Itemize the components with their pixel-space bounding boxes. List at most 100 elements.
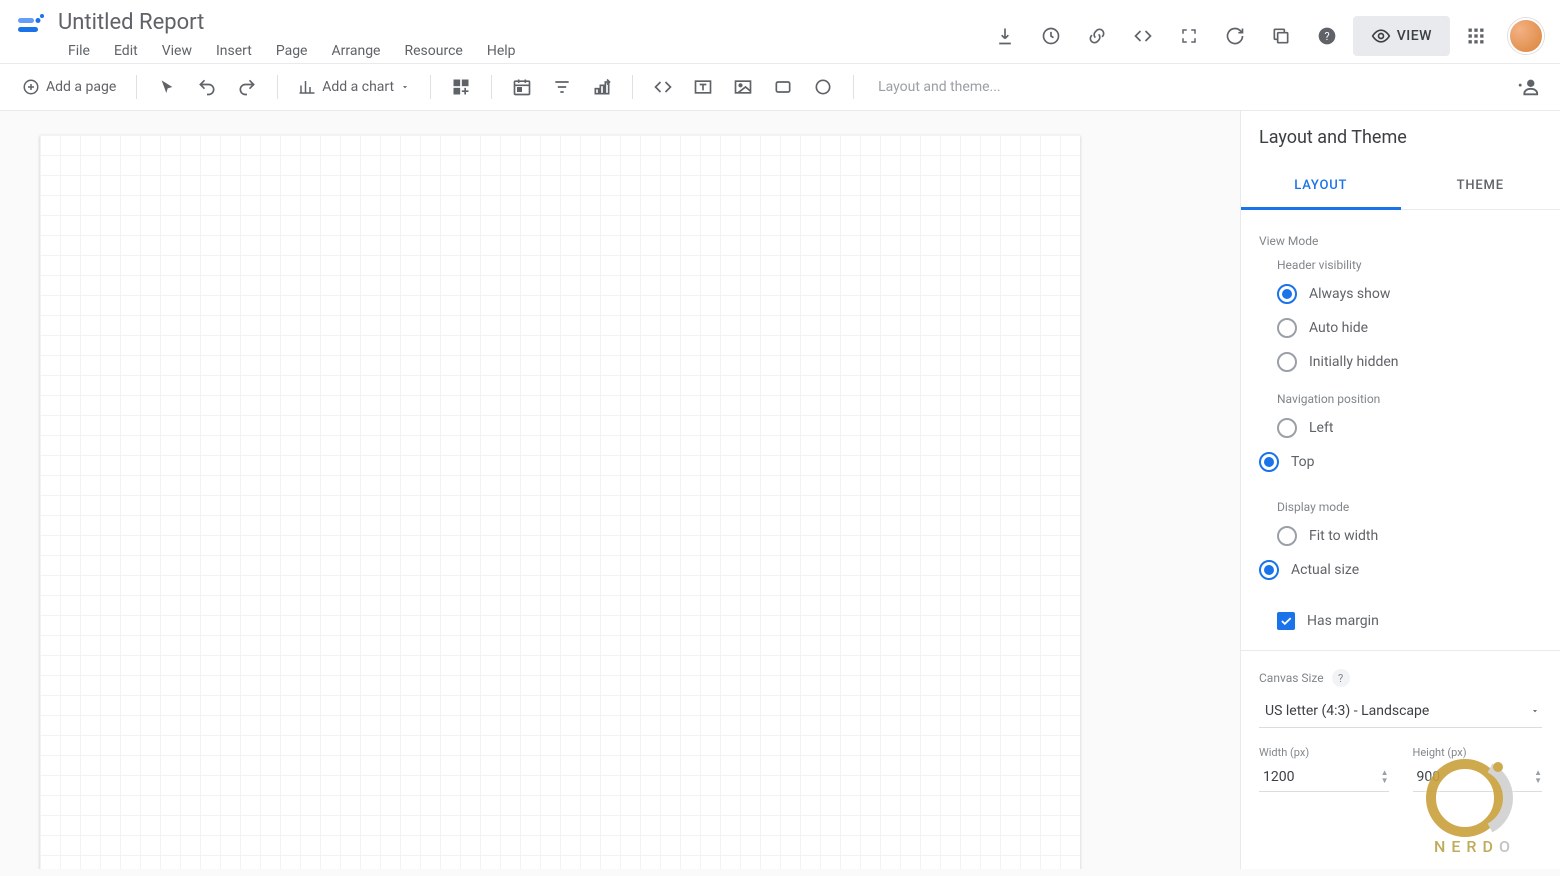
canvas-preset-value: US letter (4:3) - Landscape (1265, 703, 1429, 719)
add-chart-button[interactable]: Add a chart (290, 69, 418, 105)
plus-circle-icon (22, 78, 40, 96)
download-icon[interactable] (985, 16, 1025, 56)
tab-theme[interactable]: THEME (1401, 164, 1560, 209)
link-icon[interactable] (1077, 16, 1117, 56)
radio-label: Actual size (1291, 562, 1359, 578)
radio-label: Initially hidden (1309, 354, 1399, 370)
image-icon[interactable] (725, 69, 761, 105)
height-label: Height (px) (1413, 746, 1543, 759)
width-value: 1200 (1263, 769, 1294, 785)
radio-initially-hidden[interactable]: Initially hidden (1277, 352, 1542, 372)
circle-shape-icon[interactable] (805, 69, 841, 105)
report-canvas[interactable] (40, 135, 1080, 869)
width-input[interactable]: 1200 ▲▼ (1259, 763, 1389, 792)
panel-tabs: LAYOUT THEME (1241, 164, 1560, 210)
radio-icon (1277, 418, 1297, 438)
toolbar: Add a page Add a chart Layout and theme.… (0, 63, 1560, 111)
radio-label: Left (1309, 420, 1333, 436)
radio-icon (1259, 452, 1279, 472)
radio-nav-left[interactable]: Left (1277, 418, 1413, 438)
radio-label: Auto hide (1309, 320, 1368, 336)
embed-icon[interactable] (1123, 16, 1163, 56)
separator (277, 75, 278, 99)
fullscreen-icon[interactable] (1169, 16, 1209, 56)
tab-layout[interactable]: LAYOUT (1241, 164, 1401, 210)
radio-label: Top (1291, 454, 1315, 470)
radio-icon (1277, 352, 1297, 372)
separator (491, 75, 492, 99)
radio-icon (1277, 284, 1297, 304)
radio-auto-hide[interactable]: Auto hide (1277, 318, 1542, 338)
radio-icon (1277, 318, 1297, 338)
divider (1241, 650, 1560, 651)
community-visualizations-icon[interactable] (443, 69, 479, 105)
stepper-icon[interactable]: ▲▼ (1534, 769, 1542, 785)
menu-resource[interactable]: Resource (394, 39, 472, 63)
text-box-icon[interactable] (685, 69, 721, 105)
bar-chart-icon (298, 78, 316, 96)
menu-help[interactable]: Help (477, 39, 526, 63)
add-page-button[interactable]: Add a page (14, 69, 124, 105)
checkbox-icon (1277, 612, 1295, 630)
view-button-label: VIEW (1397, 28, 1432, 44)
svg-text:?: ? (1324, 30, 1329, 43)
label-navigation-position: Navigation position (1277, 392, 1542, 406)
view-button[interactable]: VIEW (1353, 16, 1450, 56)
url-embed-icon[interactable] (645, 69, 681, 105)
section-view-mode: View Mode (1259, 234, 1542, 248)
label-header-visibility: Header visibility (1277, 258, 1542, 272)
add-chart-label: Add a chart (322, 79, 394, 95)
side-panel: Layout and Theme LAYOUT THEME View Mode … (1240, 111, 1560, 869)
separator (632, 75, 633, 99)
help-badge-icon[interactable]: ? (1332, 669, 1350, 687)
selection-tool-icon[interactable] (149, 69, 185, 105)
menu-bar: File Edit View Insert Page Arrange Resou… (58, 39, 985, 63)
avatar[interactable] (1508, 18, 1544, 54)
refresh-schedule-icon[interactable] (1031, 16, 1071, 56)
radio-label: Fit to width (1309, 528, 1378, 544)
caret-down-icon (1530, 706, 1540, 716)
canvas-preset-select[interactable]: US letter (4:3) - Landscape (1259, 691, 1542, 728)
height-value: 900 (1417, 769, 1441, 785)
redo-icon[interactable] (229, 69, 265, 105)
help-icon[interactable]: ? (1307, 16, 1347, 56)
layout-theme-placeholder: Layout and theme... (878, 79, 1001, 95)
caret-down-icon (400, 82, 410, 92)
separator (430, 75, 431, 99)
refresh-icon[interactable] (1215, 16, 1255, 56)
section-canvas-size: Canvas Size (1259, 671, 1324, 685)
document-title[interactable]: Untitled Report (58, 8, 985, 39)
menu-view[interactable]: View (152, 39, 202, 63)
radio-always-show[interactable]: Always show (1277, 284, 1542, 304)
add-people-icon[interactable] (1510, 69, 1546, 105)
data-control-icon[interactable] (584, 69, 620, 105)
panel-title: Layout and Theme (1241, 111, 1560, 164)
separator (136, 75, 137, 99)
canvas-area[interactable] (0, 111, 1240, 869)
separator (853, 75, 854, 99)
width-label: Width (px) (1259, 746, 1389, 759)
eye-icon (1371, 26, 1391, 46)
menu-insert[interactable]: Insert (206, 39, 262, 63)
radio-fit-width[interactable]: Fit to width (1277, 526, 1413, 546)
stepper-icon[interactable]: ▲▼ (1381, 769, 1389, 785)
date-range-icon[interactable] (504, 69, 540, 105)
radio-label: Always show (1309, 286, 1390, 302)
filter-control-icon[interactable] (544, 69, 580, 105)
rectangle-shape-icon[interactable] (765, 69, 801, 105)
apps-grid-icon[interactable] (1456, 16, 1496, 56)
height-input[interactable]: 900 ▲▼ (1413, 763, 1543, 792)
menu-file[interactable]: File (58, 39, 100, 63)
menu-edit[interactable]: Edit (104, 39, 148, 63)
menu-page[interactable]: Page (266, 39, 318, 63)
checkbox-label: Has margin (1307, 613, 1379, 629)
undo-icon[interactable] (189, 69, 225, 105)
copy-icon[interactable] (1261, 16, 1301, 56)
radio-nav-top[interactable]: Top (1259, 452, 1395, 472)
app-logo[interactable] (12, 8, 48, 44)
checkbox-has-margin[interactable]: Has margin (1277, 612, 1542, 630)
menu-arrange[interactable]: Arrange (322, 39, 391, 63)
radio-actual-size[interactable]: Actual size (1259, 560, 1395, 580)
radio-icon (1259, 560, 1279, 580)
add-page-label: Add a page (46, 79, 116, 95)
